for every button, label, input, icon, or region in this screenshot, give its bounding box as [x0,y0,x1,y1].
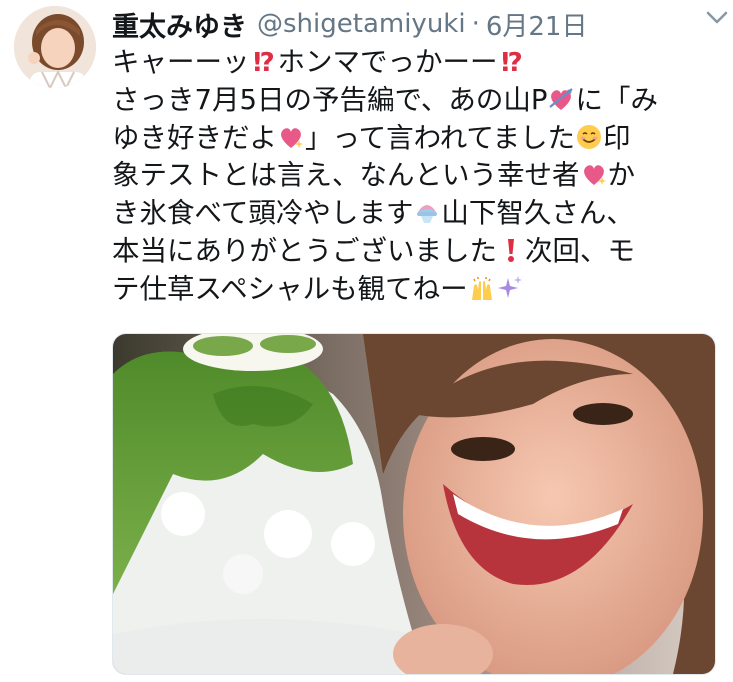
tweet-text-segment: 本当にありがとうございました [112,234,497,267]
tweet-text: キャーーッ ⁉ ホンマでっかーー ⁉ さっき7月5日の予告編で、あの山P に「み ゆき好きだ… [112,44,722,309]
display-name[interactable]: 重太みゆき [112,5,247,44]
tweet-text-line: テ仕草スペシャルも観てねー [112,271,722,309]
sparkling-heart-icon [580,160,608,188]
heart-arrow-icon [547,85,575,113]
chevron-down-icon [706,11,728,24]
handle[interactable]: @shigetamiyuki [257,9,466,39]
svg-text:⁉: ⁉ [253,48,275,75]
tweet-text-segment: ホンマでっかーー [277,46,498,78]
tweet-text-segment: 印 [603,121,631,154]
sparkles-icon [496,274,524,302]
tweet-text-line: キャーーッ ⁉ ホンマでっかーー ⁉ [112,44,722,82]
avatar-image [14,6,96,88]
svg-text:⁉: ⁉ [501,48,523,75]
tweet-text-segment: き氷食べて頭冷やします [112,197,414,230]
avatar[interactable] [14,6,96,88]
tweet-text-segment: キャーーッ [112,46,250,78]
tweet-text-segment: さっき7月5日の予告編で、あの山P [112,83,548,116]
tweet-text-segment: ゆき好きだよ [112,121,277,154]
timestamp[interactable]: 6月21日 [486,6,588,43]
smiling-face-icon [575,123,603,151]
sparkling-heart-icon [277,123,305,151]
raising-hands-icon [468,274,496,302]
interrobang-icon: ⁉ [250,47,278,78]
tweet-text-segment: テ仕草スペシャルも観てねー [112,272,468,305]
tweet-text-segment: 山下智久さん、 [441,197,634,230]
more-options-button[interactable] [703,4,731,32]
selfie-photo-icon [113,334,715,674]
tweet-text-segment: 」って言われてました [305,121,576,154]
shaved-ice-icon [413,198,441,226]
tweet-text-segment: に「み [575,83,658,116]
interrobang-icon: ⁉ [498,47,526,78]
separator: · [471,9,480,39]
tweet-text-segment: 象テストとは言え、なんという幸せ者 [112,159,580,192]
tweet-header: 重太みゆき @shigetamiyuki · 6月21日 [112,4,713,44]
tweet-photo[interactable] [112,333,716,675]
tweet-text-line: ゆき好きだよ 」って言われてました印 [112,120,722,158]
tweet-text-segment: 次回、モ [525,234,635,267]
tweet-text-segment: か [607,159,636,192]
tweet-text-line: さっき7月5日の予告編で、あの山P に「み [112,82,722,120]
tweet-text-line: 本当にありがとうございました 次回、モ [112,233,722,271]
tweet-text-line: き氷食べて頭冷やします 山下智久さん、 [112,195,722,233]
tweet-text-line: 象テストとは言え、なんという幸せ者か [112,157,722,195]
exclamation-icon [497,236,525,264]
